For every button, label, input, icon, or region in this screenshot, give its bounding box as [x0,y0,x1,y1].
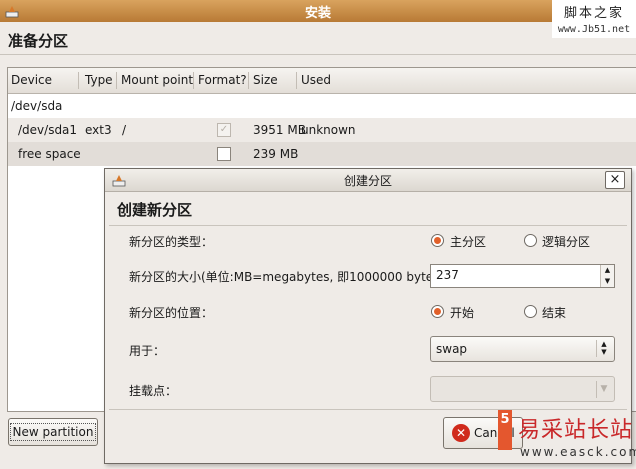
window-titlebar[interactable]: 安装 [0,0,636,22]
use-combobox[interactable]: swap ▲ ▼ [430,336,615,362]
location-begin-label[interactable]: 开始 [450,304,474,321]
location-label: 新分区的位置： [129,306,214,320]
dialog-title: 创建分区 [343,173,392,188]
col-divider [116,72,117,89]
mount-point-combobox: ▼ [430,376,615,402]
cell-size: 3951 MB [253,123,306,137]
use-value: swap [436,342,468,356]
watermark-line1: 脚本之家 [563,6,624,21]
installer-icon [112,175,126,187]
use-label: 用于： [129,344,166,358]
size-value: 237 [436,268,459,282]
type-primary-radio[interactable] [431,234,444,247]
new-partition-label: New partition [9,423,97,441]
dialog-heading: 创建新分区 [117,201,193,219]
col-divider [248,72,249,89]
chevron-down-icon: ▼ [596,381,611,398]
type-primary-label[interactable]: 主分区 [450,233,486,250]
page-title: 准备分区 [8,32,69,50]
type-logical-radio[interactable] [524,234,537,247]
col-format[interactable]: Format? [198,73,247,87]
cell-mount: / [122,123,127,137]
col-divider [78,72,79,89]
new-partition-button[interactable]: New partition [8,418,98,446]
table-header: Device Type Mount point Format? Size Use… [8,68,636,94]
dialog-separator [109,225,627,226]
cell-used: unknown [301,123,356,137]
location-end-label[interactable]: 结束 [542,304,566,321]
type-logical-label[interactable]: 逻辑分区 [542,233,590,250]
col-used[interactable]: Used [301,73,331,87]
col-divider [193,72,194,89]
dialog-titlebar[interactable]: 创建分区 × [105,169,631,192]
cell-type: ext3 [85,123,112,137]
window-title: 安装 [304,5,331,21]
col-divider [296,72,297,89]
size-spinbutton[interactable]: 237 ▲ ▼ [430,264,615,288]
mount-label: 挂载点： [129,384,178,398]
cell-size: 239 MB [253,147,299,161]
cell-device: free space [18,147,81,161]
combo-arrows-icon: ▲ ▼ [596,340,611,357]
col-type[interactable]: Type [85,73,113,87]
table-row[interactable]: /dev/sda1 ext3 / ✓ 3951 MB unknown [8,118,636,142]
format-checkbox: ✓ [217,123,231,137]
watermark-line1: 易采站长站 [518,418,634,443]
watermark-brand-mark: 5 [498,410,512,450]
watermark-line2: www.Jb51.net [557,24,631,35]
cell-device: /dev/sda [11,99,63,113]
table-row[interactable]: free space 239 MB [8,142,636,166]
col-device[interactable]: Device [11,73,52,87]
cancel-icon: ✕ [452,424,470,442]
size-label: 新分区的大小(单位:MB=megabytes, 即1000000 bytes) [129,270,445,284]
table-row[interactable]: /dev/sda [8,94,636,118]
watermark-jb51: 脚本之家 www.Jb51.net [552,0,636,38]
watermark-easck: 5 易采站长站 www.easck.com [498,410,636,469]
cell-device: /dev/sda1 [18,123,78,137]
spin-arrows-icon[interactable]: ▲ ▼ [600,265,614,287]
installer-icon [5,6,19,18]
close-icon[interactable]: × [605,171,625,189]
title-separator [0,54,636,55]
col-size[interactable]: Size [253,73,278,87]
watermark-line2: www.easck.com [520,445,636,459]
location-end-radio[interactable] [524,305,537,318]
col-mount-point[interactable]: Mount point [121,73,193,87]
format-checkbox[interactable] [217,147,231,161]
type-label: 新分区的类型： [129,235,214,249]
location-begin-radio[interactable] [431,305,444,318]
